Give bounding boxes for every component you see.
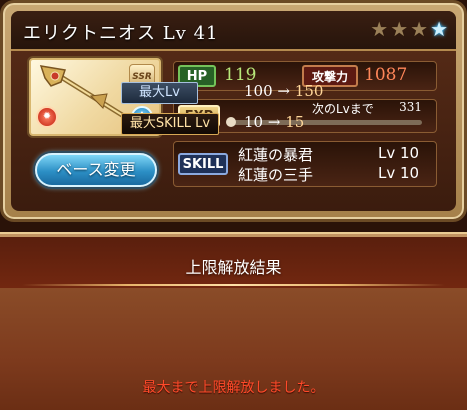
max-lv-from: 100 xyxy=(244,82,273,100)
max-skill-lv-label: 最大SKILL Lv xyxy=(121,113,219,135)
title-divider xyxy=(22,284,445,286)
fire-element-icon: ✹ xyxy=(36,106,58,128)
result-title: 上限解放結果 xyxy=(185,258,282,277)
skill-item: 紅蓮の暴君 Lv 10 xyxy=(238,144,419,165)
star-icon: ★ xyxy=(370,17,389,41)
exp-next-value: 331 xyxy=(399,100,422,114)
skill-level: Lv 10 xyxy=(378,164,420,182)
star-icon: ★ xyxy=(410,17,429,41)
uncap-complete-message: 最大まで上限解放しました。 xyxy=(142,380,325,396)
weapon-card: エリクトニオス Lv 41 ★ ★ ★ ★ SSR ✹ i ベース変更 HP 1… xyxy=(0,0,467,222)
skill-level: Lv 10 xyxy=(378,144,420,162)
skill-row: SKILL 紅蓮の暴君 Lv 10 紅蓮の三手 Lv 10 xyxy=(173,141,437,187)
star-icon: ★ xyxy=(390,17,409,41)
uncap-stars: ★ ★ ★ ★ xyxy=(370,17,448,41)
attack-value: 1087 xyxy=(364,65,408,85)
max-skill-lv-from: 10 xyxy=(244,113,264,131)
max-lv-change: 100 → 150 xyxy=(244,82,323,100)
weapon-title-bar: エリクトニオス Lv 41 ★ ★ ★ ★ xyxy=(11,11,456,51)
max-skill-lv-to: 15 xyxy=(285,113,305,131)
skill-item: 紅蓮の三手 Lv 10 xyxy=(238,164,419,185)
base-change-button[interactable]: ベース変更 xyxy=(35,153,157,187)
arrow-icon: → xyxy=(277,82,290,100)
exp-next-label: 次のLvまで xyxy=(312,102,374,116)
weapon-name: エリクトニオス Lv 41 xyxy=(23,23,219,44)
skill-name: 紅蓮の三手 xyxy=(238,166,314,184)
max-skill-lv-change: 10 → 15 xyxy=(244,113,304,131)
exp-progress-knob xyxy=(226,117,236,127)
skill-name: 紅蓮の暴君 xyxy=(238,146,314,164)
star-blue-icon: ★ xyxy=(430,17,448,41)
skill-tag: SKILL xyxy=(178,153,228,175)
arrow-icon: → xyxy=(267,113,281,131)
max-lv-label: 最大Lv xyxy=(121,82,198,104)
max-lv-to: 150 xyxy=(294,82,324,100)
